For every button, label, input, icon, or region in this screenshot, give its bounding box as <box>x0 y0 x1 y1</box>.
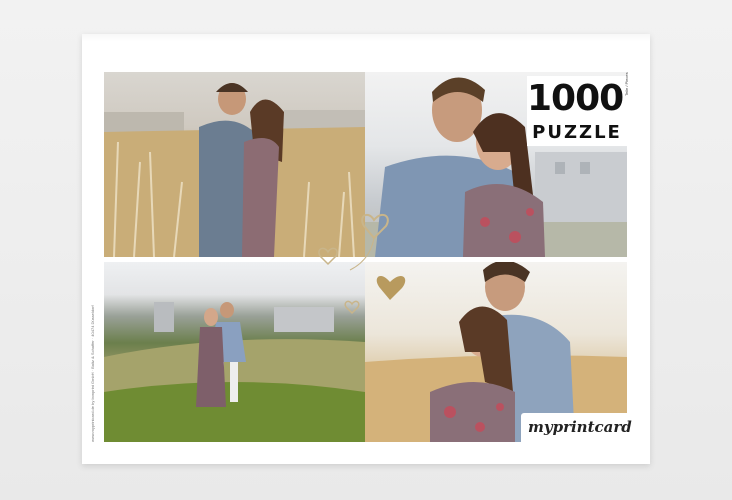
piece-count: 1000 <box>527 78 624 119</box>
heart-outline-icon <box>361 213 389 240</box>
heart-gold-icon <box>376 275 406 300</box>
hearts-decoration <box>318 213 406 315</box>
product-word: PUZZLE <box>532 122 622 143</box>
side-imprint: www.myprintcard.de by bonprint GmbH · Ba… <box>90 305 95 442</box>
box-top-edge <box>82 34 650 42</box>
brand-logo: myprintcard <box>528 418 632 436</box>
heart-outline-small-icon <box>318 247 338 266</box>
heart-swirl-line <box>349 237 375 271</box>
piece-count-subtitle: Teile / Pieces <box>624 72 629 96</box>
heart-outline-tiny-icon <box>344 300 360 315</box>
